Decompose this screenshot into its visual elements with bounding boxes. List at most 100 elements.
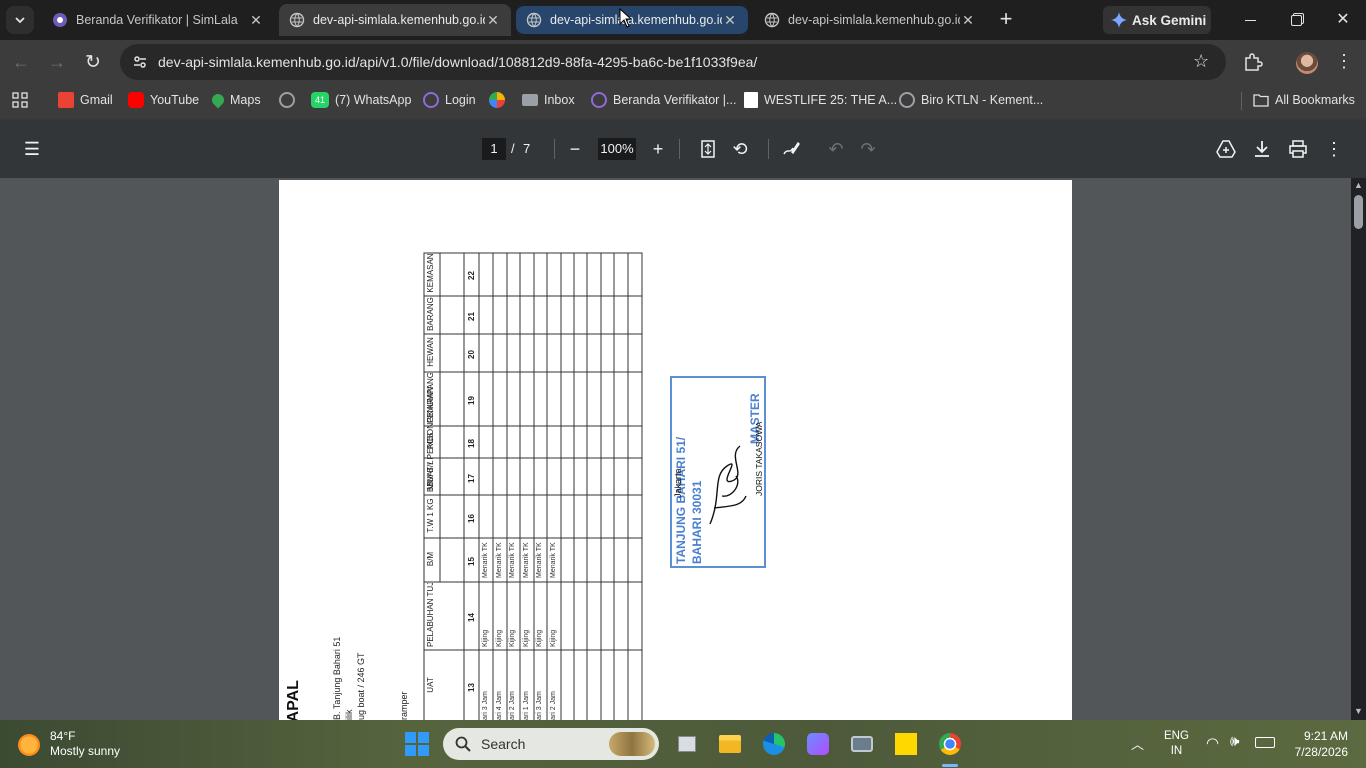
- extensions-button[interactable]: [1243, 52, 1263, 77]
- bookmark-whatsapp[interactable]: 41 (7) WhatsApp: [311, 90, 411, 110]
- bookmark-biro-ktln[interactable]: Biro KTLN - Kement...: [899, 90, 1043, 110]
- undo-icon: ↶: [828, 138, 844, 159]
- taskbar-search-box[interactable]: Search: [443, 728, 659, 760]
- restore-icon: [1290, 14, 1302, 26]
- youtube-icon: [128, 92, 144, 108]
- zoom-out-button[interactable]: −: [563, 137, 587, 161]
- clock[interactable]: 9:21 AM 7/28/2026: [1286, 728, 1348, 760]
- site-settings-icon[interactable]: [132, 54, 148, 70]
- whatsapp-icon: 41: [311, 92, 329, 108]
- bookmark-login[interactable]: Login: [423, 90, 476, 110]
- pdf-more-button[interactable]: ⋮: [1322, 137, 1346, 161]
- column-header-label: UAT: [426, 677, 435, 693]
- edge-button[interactable]: [760, 730, 788, 758]
- rotate-button[interactable]: ⟲: [728, 137, 752, 161]
- vessel-line: ramper: [399, 691, 409, 720]
- page-icon: [744, 92, 758, 108]
- divider: [768, 139, 769, 159]
- zoom-in-button[interactable]: +: [646, 137, 670, 161]
- folder-icon: [719, 735, 741, 753]
- ask-gemini-button[interactable]: Ask Gemini: [1103, 6, 1211, 34]
- tab-beranda-verifikator[interactable]: Beranda Verifikator | SimLala ✕: [42, 4, 274, 36]
- bookmark-maps[interactable]: Maps: [209, 90, 261, 110]
- language-indicator[interactable]: ENG IN: [1164, 729, 1189, 759]
- bookmark-youtube[interactable]: YouTube: [128, 90, 199, 110]
- printer-icon: [1289, 140, 1307, 158]
- show-hidden-icons-button[interactable]: ︿: [1131, 734, 1144, 753]
- gemini-sparkle-icon: [1111, 12, 1127, 28]
- scroll-up-arrow-icon[interactable]: ▲: [1354, 180, 1363, 190]
- address-bar[interactable]: dev-api-simlala.kemenhub.go.id/api/v1.0/…: [120, 44, 1226, 80]
- stamp-line-1: TANJUNG BAHARI 51/: [674, 436, 688, 564]
- all-bookmarks-button[interactable]: All Bookmarks: [1253, 90, 1355, 110]
- sticky-notes-button[interactable]: [892, 730, 920, 758]
- new-tab-button[interactable]: +: [994, 6, 1018, 34]
- chrome-taskbar-button[interactable]: [936, 730, 964, 758]
- reload-icon: ↻: [85, 52, 101, 73]
- download-button[interactable]: [1250, 137, 1274, 161]
- drive-save-button[interactable]: [1214, 137, 1238, 161]
- minimize-button[interactable]: [1236, 10, 1264, 30]
- tab-dev-api-1[interactable]: dev-api-simlala.kemenhub.go.id ✕: [279, 4, 511, 36]
- simlala-icon: [591, 92, 607, 108]
- app-button-purple[interactable]: [804, 730, 832, 758]
- globe-icon: [279, 92, 295, 108]
- vessel-line: B. Tanjung Bahari 51: [332, 636, 342, 720]
- column-header-label: KEMASAN: [426, 253, 435, 293]
- folder-icon: [1253, 94, 1269, 107]
- bookmark-label: (7) WhatsApp: [335, 93, 412, 107]
- scroll-down-arrow-icon[interactable]: ▼: [1354, 706, 1363, 716]
- tab-title: dev-api-simlala.kemenhub.go.id: [550, 13, 722, 27]
- wifi-icon[interactable]: ◠: [1206, 734, 1219, 752]
- mail-icon: [522, 94, 538, 106]
- pdf-viewer[interactable]: N KAPAL B. Tanjung Bahari 51 ilik ug boa…: [0, 178, 1366, 720]
- pdf-scrollbar[interactable]: ▲ ▼: [1351, 178, 1366, 720]
- file-explorer-button[interactable]: [716, 730, 744, 758]
- puzzle-icon: [1245, 53, 1263, 71]
- chrome-menu-button[interactable]: ⋮: [1335, 51, 1353, 72]
- column-number: 22: [467, 271, 476, 280]
- row-duration: Hari 3 Jam: [482, 691, 489, 720]
- bookmark-inbox[interactable]: Inbox: [522, 90, 575, 110]
- annotate-button[interactable]: [779, 137, 803, 161]
- scrollbar-thumb[interactable]: [1354, 195, 1363, 229]
- volume-icon[interactable]: 🕪: [1230, 733, 1239, 750]
- column-number: 13: [467, 683, 476, 692]
- tab-search-button[interactable]: [6, 6, 34, 34]
- sticky-note-icon: [895, 733, 917, 755]
- weather-widget[interactable]: 84°F Mostly sunny: [14, 726, 144, 762]
- battery-icon[interactable]: [1255, 737, 1275, 748]
- bookmark-globe[interactable]: [279, 90, 301, 110]
- bookmark-star-button[interactable]: ☆: [1193, 51, 1209, 72]
- close-tab-icon[interactable]: ✕: [722, 12, 738, 29]
- tab-dev-api-3[interactable]: dev-api-simlala.kemenhub.go.id ✕: [754, 4, 986, 36]
- close-tab-icon[interactable]: ✕: [248, 12, 264, 29]
- start-button[interactable]: [405, 732, 429, 756]
- tab-title: dev-api-simlala.kemenhub.go.id: [313, 13, 485, 27]
- bookmark-pinwheel[interactable]: [489, 90, 511, 110]
- row-status: Menarik TK: [482, 542, 489, 578]
- forward-button[interactable]: →: [48, 52, 66, 73]
- print-button[interactable]: [1286, 137, 1310, 161]
- close-tab-icon[interactable]: ✕: [485, 12, 501, 29]
- close-window-button[interactable]: ✕: [1329, 9, 1357, 31]
- bookmark-gmail[interactable]: Gmail: [58, 90, 113, 110]
- undo-button[interactable]: ↶: [824, 137, 848, 161]
- profile-avatar[interactable]: [1296, 52, 1318, 74]
- apps-button[interactable]: [12, 90, 28, 110]
- restore-button[interactable]: [1282, 10, 1310, 30]
- zoom-input[interactable]: 100%: [598, 138, 636, 160]
- bookmark-beranda[interactable]: Beranda Verifikator |...: [591, 90, 736, 110]
- page-number-input[interactable]: 1: [482, 138, 506, 160]
- bookmark-label: WESTLIFE 25: THE A...: [764, 93, 898, 107]
- pdf-menu-button[interactable]: ☰: [20, 137, 44, 161]
- camera-button[interactable]: [848, 730, 876, 758]
- task-view-button[interactable]: [673, 730, 701, 758]
- bookmark-westlife[interactable]: WESTLIFE 25: THE A...: [744, 90, 897, 110]
- vessel-line: ug boat / 246 GT: [356, 652, 366, 720]
- reload-button[interactable]: ↻: [85, 51, 101, 74]
- redo-button[interactable]: ↷: [856, 137, 880, 161]
- fit-page-button[interactable]: [696, 137, 720, 161]
- close-tab-icon[interactable]: ✕: [960, 12, 976, 29]
- back-button[interactable]: ←: [12, 52, 30, 73]
